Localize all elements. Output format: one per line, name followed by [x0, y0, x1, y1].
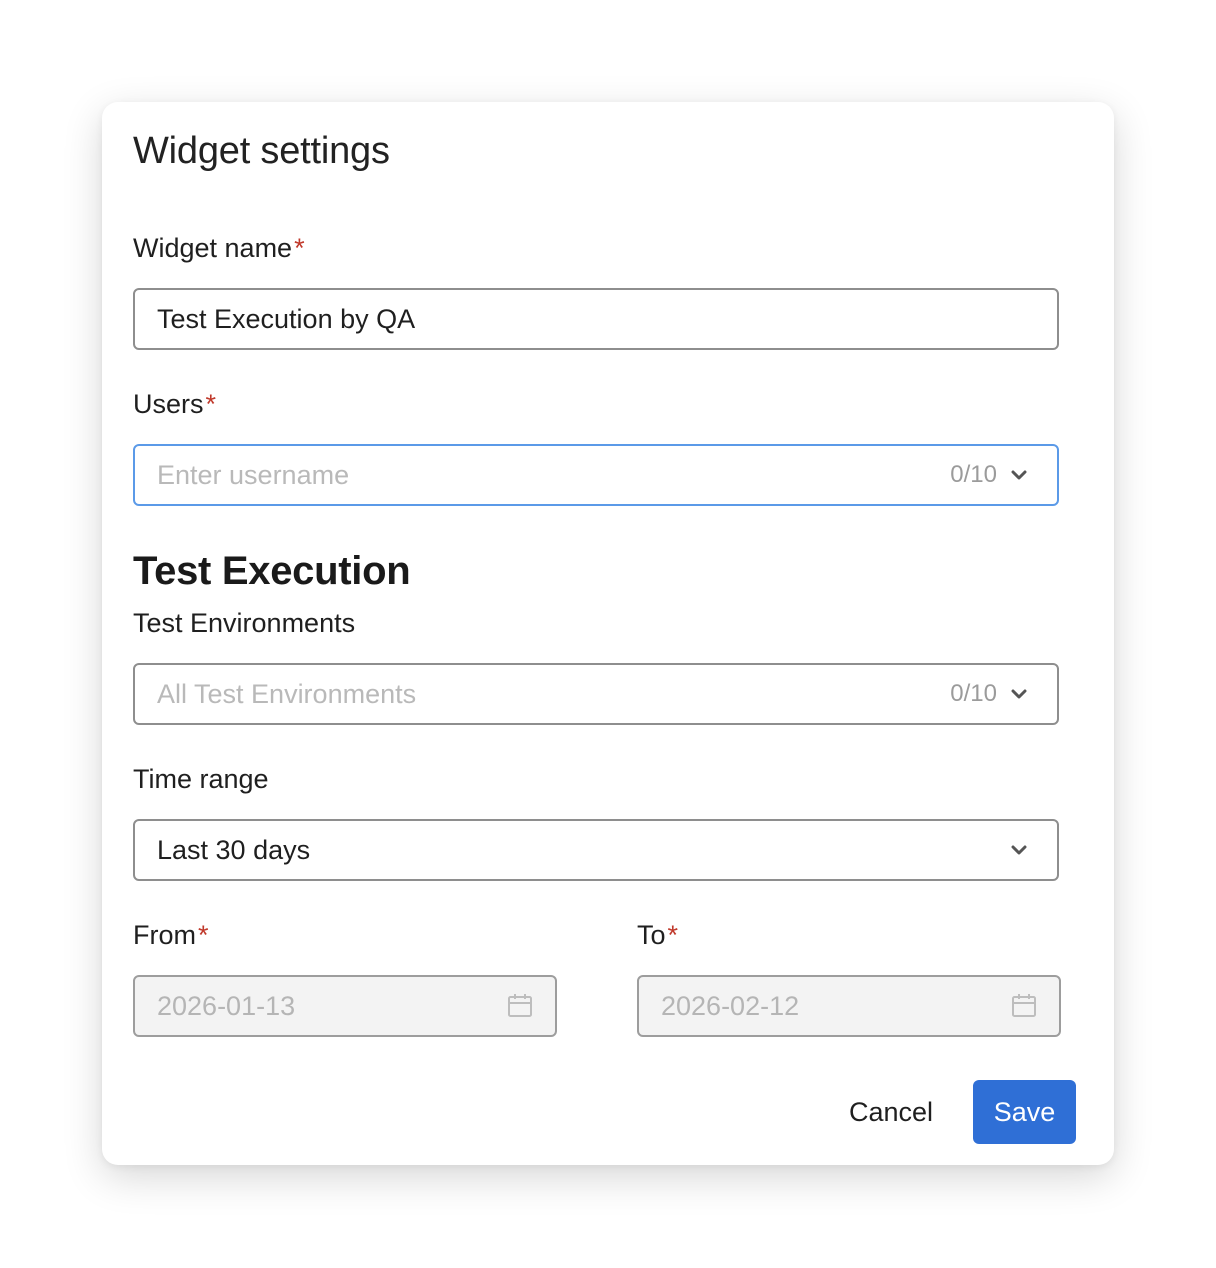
- widget-name-input[interactable]: [157, 303, 1035, 335]
- save-button[interactable]: Save: [973, 1080, 1076, 1144]
- required-mark: *: [294, 233, 305, 263]
- from-label: From*: [133, 920, 209, 950]
- required-mark: *: [198, 920, 209, 950]
- to-date-value: 2026-02-12: [661, 990, 800, 1021]
- users-select[interactable]: 0/10: [133, 444, 1059, 506]
- test-environments-placeholder: All Test Environments: [157, 678, 417, 709]
- from-date-value: 2026-01-13: [157, 990, 296, 1021]
- widget-name-field[interactable]: [133, 288, 1059, 350]
- time-range-label: Time range: [133, 764, 269, 794]
- time-range-select[interactable]: Last 30 days: [133, 819, 1059, 881]
- time-range-value: Last 30 days: [157, 834, 311, 865]
- widget-name-label: Widget name*: [133, 233, 305, 263]
- chevron-down-icon[interactable]: [1009, 840, 1029, 860]
- chevron-down-icon[interactable]: [1009, 465, 1029, 485]
- to-date-field[interactable]: 2026-02-12: [637, 975, 1061, 1037]
- calendar-icon[interactable]: [1011, 993, 1037, 1019]
- users-counter: 0/10: [950, 461, 997, 488]
- chevron-down-icon[interactable]: [1009, 684, 1029, 704]
- from-date-field[interactable]: 2026-01-13: [133, 975, 557, 1037]
- section-heading: Test Execution: [133, 549, 411, 593]
- dialog-title: Widget settings: [133, 130, 390, 172]
- required-mark: *: [667, 920, 679, 950]
- users-input[interactable]: [157, 459, 951, 491]
- calendar-icon[interactable]: [507, 993, 533, 1019]
- cancel-button[interactable]: Cancel: [826, 1080, 956, 1144]
- test-environments-label: Test Environments: [133, 608, 356, 638]
- test-environments-counter: 0/10: [950, 680, 997, 707]
- widget-settings-dialog: Widget settings Widget name* Users* 0/10…: [102, 102, 1114, 1165]
- to-label: To*: [637, 920, 679, 950]
- test-environments-select[interactable]: All Test Environments 0/10: [133, 663, 1059, 725]
- required-mark: *: [205, 389, 217, 419]
- users-label: Users*: [133, 389, 217, 419]
